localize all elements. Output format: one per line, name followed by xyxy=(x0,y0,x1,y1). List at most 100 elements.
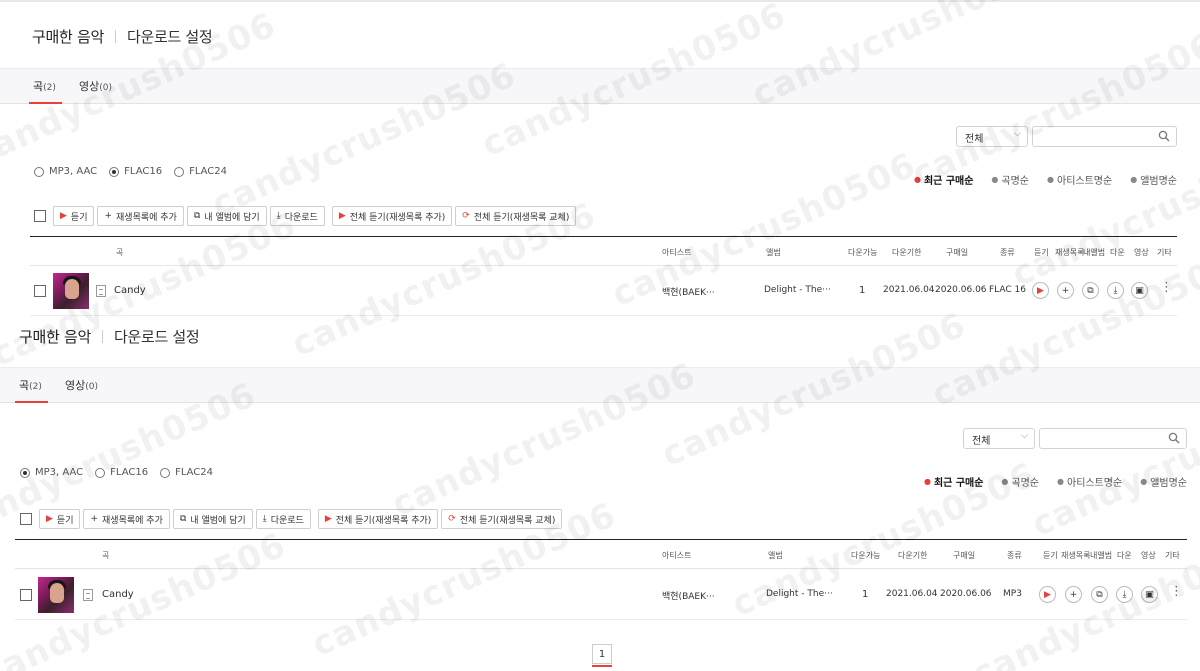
plus-icon: + xyxy=(1069,589,1078,600)
sort-album[interactable]: ● 앨범명순 xyxy=(1130,172,1177,187)
add-to-playlist-button[interactable]: + 재생목록에 추가 xyxy=(83,509,170,529)
sort-title[interactable]: ● 곡명순 xyxy=(991,172,1029,187)
album-art[interactable] xyxy=(38,577,74,613)
downloads-left: 1 xyxy=(862,589,869,600)
purchased-music-panel-2: 구매한 음악 다운로드 설정 곡(2) 영상(0) 전체 ⌵ MP3, AAC F… xyxy=(0,322,1200,671)
quality-option-flac24[interactable]: FLAC24 xyxy=(174,166,227,177)
table-row: Candy 백현(BAEK··· Delight - The··· 1 2021… xyxy=(30,266,1177,316)
sort-album[interactable]: ● 앨범명순 xyxy=(1140,474,1187,489)
row-add-album-button[interactable]: ⧉ xyxy=(1082,282,1099,299)
chevron-down-icon: ⌵ xyxy=(1014,129,1021,139)
row-download-button[interactable]: ⤓ xyxy=(1116,586,1133,603)
quality-option-flac24[interactable]: FLAC24 xyxy=(160,467,213,478)
title-row: 구매한 음악 다운로드 설정 xyxy=(32,26,213,47)
play-icon: ▶ xyxy=(60,211,67,221)
filter-select[interactable]: 전체 ⌵ xyxy=(963,428,1035,449)
quality-option-mp3[interactable]: MP3, AAC xyxy=(20,467,83,478)
video-icon: ▣ xyxy=(1145,589,1154,600)
album-art[interactable] xyxy=(53,273,89,309)
quality-option-mp3[interactable]: MP3, AAC xyxy=(34,166,97,177)
add-to-my-album-button[interactable]: ⧉ 내 앨범에 담기 xyxy=(186,206,267,226)
title-divider xyxy=(101,330,103,343)
purchase-date: 2020.06.06 xyxy=(940,589,992,599)
plus-icon: + xyxy=(90,514,99,524)
file-type: MP3 xyxy=(1003,589,1022,599)
lyrics-icon[interactable] xyxy=(83,589,93,601)
download-button[interactable]: ⤓ 다운로드 xyxy=(255,509,311,529)
row-video-button[interactable]: ▣ xyxy=(1131,282,1148,299)
song-title[interactable]: Candy xyxy=(102,589,134,600)
play-all-add-button[interactable]: ▶ 전체 듣기(재생목록 추가) xyxy=(317,509,439,529)
play-button[interactable]: ▶ 듣기 xyxy=(39,509,81,529)
play-icon: ▶ xyxy=(1044,589,1051,600)
sort-artist[interactable]: ● 아티스트명순 xyxy=(1057,474,1122,489)
quality-options: MP3, AAC FLAC16 FLAC24 xyxy=(34,166,239,177)
select-all-checkbox[interactable] xyxy=(20,513,32,525)
album-name[interactable]: Delight - The··· xyxy=(764,285,831,295)
sort-recent[interactable]: ● 최근 구매순 xyxy=(924,474,983,489)
row-add-playlist-button[interactable]: + xyxy=(1057,282,1074,299)
tab-videos[interactable]: 영상(0) xyxy=(65,377,98,393)
lyrics-icon[interactable] xyxy=(96,285,106,297)
table-header: 곡 아티스트 앨범 다운가능 다운기한 구매일 종류 듣기 재생목록 내앨범 다… xyxy=(30,236,1177,266)
sort-artist[interactable]: ● 아티스트명순 xyxy=(1047,172,1112,187)
quality-option-flac16[interactable]: FLAC16 xyxy=(95,467,148,478)
download-button[interactable]: ⤓ 다운로드 xyxy=(269,206,325,226)
tab-songs[interactable]: 곡(2) xyxy=(33,78,56,94)
search-input[interactable] xyxy=(1033,130,1176,149)
sort-title[interactable]: ● 곡명순 xyxy=(1001,474,1039,489)
song-title[interactable]: Candy xyxy=(114,285,146,296)
sort-options: ● 최근 구매순 ● 곡명순 ● 아티스트명순 ● 앨범명순 xyxy=(906,474,1187,489)
tab-songs[interactable]: 곡(2) xyxy=(19,377,42,393)
play-button[interactable]: ▶ 듣기 xyxy=(53,206,95,226)
row-play-button[interactable]: ▶ xyxy=(1032,282,1049,299)
play-icon: ▶ xyxy=(324,514,332,524)
add-to-playlist-button[interactable]: + 재생목록에 추가 xyxy=(97,206,184,226)
active-tab-indicator xyxy=(29,102,62,104)
search-input[interactable] xyxy=(1040,432,1186,451)
tab-videos[interactable]: 영상(0) xyxy=(79,78,112,94)
download-expiry: 2021.06.04 xyxy=(883,285,935,295)
play-all-replace-button[interactable]: ⟳ 전체 듣기(재생목록 교체) xyxy=(455,206,577,226)
row-checkbox[interactable] xyxy=(34,285,46,297)
more-options-icon[interactable]: ⋮ xyxy=(1160,280,1173,295)
download-settings-link[interactable]: 다운로드 설정 xyxy=(114,326,200,347)
play-all-add-button[interactable]: ▶ 전체 듣기(재생목록 추가) xyxy=(331,206,453,226)
sort-recent[interactable]: ● 최근 구매순 xyxy=(914,172,973,187)
album-name[interactable]: Delight - The··· xyxy=(766,589,833,599)
play-icon: ▶ xyxy=(46,514,53,524)
page-title: 구매한 음악 xyxy=(19,328,91,346)
purchase-date: 2020.06.06 xyxy=(935,285,987,295)
artist-name[interactable]: 백현(BAEK··· xyxy=(662,285,715,298)
download-expiry: 2021.06.04 xyxy=(886,589,938,599)
row-download-button[interactable]: ⤓ xyxy=(1107,282,1124,299)
row-video-button[interactable]: ▣ xyxy=(1141,586,1158,603)
page-title: 구매한 음악 xyxy=(32,28,104,46)
row-checkbox[interactable] xyxy=(20,589,32,601)
play-all-replace-button[interactable]: ⟳ 전체 듣기(재생목록 교체) xyxy=(441,509,563,529)
action-toolbar: ▶ 듣기 + 재생목록에 추가 ⧉ 내 앨범에 담기 ⤓ 다운로드 ▶ 전체 듣기(재생목… xyxy=(34,206,579,226)
file-type: FLAC 16 xyxy=(989,285,1026,295)
row-add-playlist-button[interactable]: + xyxy=(1065,586,1082,603)
plus-icon: + xyxy=(104,211,113,221)
add-to-my-album-button[interactable]: ⧉ 내 앨범에 담기 xyxy=(172,509,253,529)
download-icon: ⤓ xyxy=(262,514,267,524)
search-icon[interactable] xyxy=(1168,432,1180,444)
artist-name[interactable]: 백현(BAEK··· xyxy=(662,589,715,602)
page-button-1[interactable]: 1 xyxy=(592,644,612,664)
quality-option-flac16[interactable]: FLAC16 xyxy=(109,166,162,177)
table-header: 곡 아티스트 앨범 다운가능 다운기한 구매일 종류 듣기 재생목록 내앨범 다… xyxy=(15,539,1187,569)
row-play-button[interactable]: ▶ xyxy=(1039,586,1056,603)
more-options-icon[interactable]: ⋮ xyxy=(1170,584,1183,599)
album-add-icon: ⧉ xyxy=(1096,589,1103,600)
replace-icon: ⟳ xyxy=(462,211,470,221)
select-all-checkbox[interactable] xyxy=(34,210,46,222)
search-box xyxy=(1032,126,1177,149)
row-add-album-button[interactable]: ⧉ xyxy=(1091,586,1108,603)
search-icon[interactable] xyxy=(1158,130,1170,142)
download-settings-link[interactable]: 다운로드 설정 xyxy=(127,26,213,47)
filter-select[interactable]: 전체 ⌵ xyxy=(956,126,1028,147)
tab-bar: 곡(2) 영상(0) xyxy=(0,68,1200,104)
action-toolbar: ▶ 듣기 + 재생목록에 추가 ⧉ 내 앨범에 담기 ⤓ 다운로드 ▶ 전체 듣기(재생목… xyxy=(20,509,565,529)
sort-options: ● 최근 구매순 ● 곡명순 ● 아티스트명순 ● 앨범명순 xyxy=(896,172,1177,187)
